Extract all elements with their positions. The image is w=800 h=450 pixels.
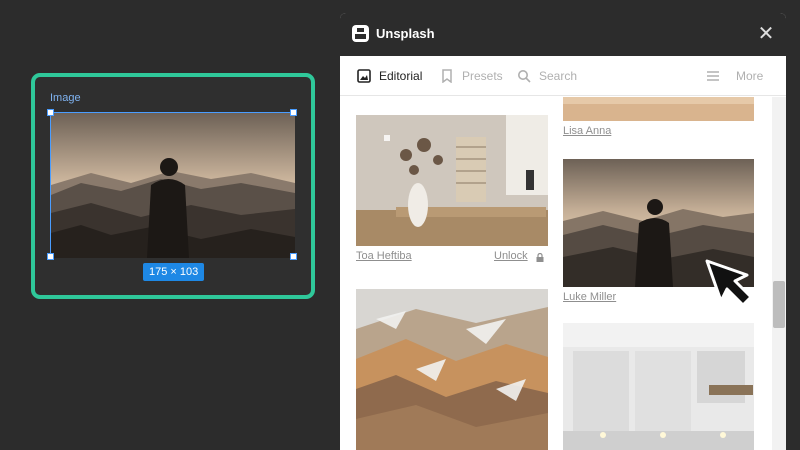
resize-handle-bottom-right[interactable] — [290, 253, 297, 260]
unsplash-panel: Unsplash ✕ Editorial Presets Search More… — [340, 13, 786, 450]
size-badge: 175 × 103 — [143, 263, 205, 281]
lock-icon — [536, 253, 544, 262]
panel-header: Unsplash ✕ — [340, 13, 786, 56]
tab-bar: Editorial Presets Search More — [340, 56, 786, 96]
bookmark-icon — [442, 69, 452, 83]
resize-handle-bottom-left[interactable] — [47, 253, 54, 260]
scrollbar-thumb[interactable] — [773, 281, 785, 328]
image-icon — [357, 69, 371, 83]
photo-credit[interactable]: Lisa Anna — [563, 125, 611, 137]
photo-card[interactable] — [563, 323, 754, 450]
tab-editorial[interactable]: Editorial — [357, 56, 422, 96]
tab-search[interactable]: Search — [517, 56, 577, 96]
photo-card[interactable] — [356, 289, 548, 450]
photo-credit[interactable]: Luke Miller — [563, 291, 616, 303]
panel-title: Unsplash — [376, 26, 435, 41]
image-layer[interactable] — [47, 109, 297, 260]
tab-label: Presets — [462, 69, 503, 83]
frame-label[interactable]: Image — [50, 92, 81, 104]
photo-card[interactable] — [563, 97, 754, 121]
cursor-arrow-icon — [705, 259, 753, 307]
tab-presets[interactable]: Presets — [440, 56, 503, 96]
tab-label: More — [736, 69, 764, 83]
tab-label: Editorial — [379, 69, 423, 83]
resize-handle-top-right[interactable] — [290, 109, 297, 116]
search-icon — [518, 70, 531, 83]
tab-more[interactable]: More — [706, 56, 763, 96]
photo-card[interactable] — [356, 115, 548, 246]
unsplash-icon — [352, 25, 369, 42]
scrollbar-track[interactable] — [772, 97, 786, 450]
canvas-photo — [51, 113, 295, 258]
close-icon[interactable]: ✕ — [755, 23, 777, 45]
menu-icon — [707, 71, 719, 81]
unlock-link[interactable]: Unlock — [494, 250, 528, 262]
resize-handle-top-left[interactable] — [47, 109, 54, 116]
photo-thumbnail — [563, 323, 754, 450]
photo-thumbnail — [356, 289, 548, 450]
photo-credit[interactable]: Toa Heftiba — [356, 250, 412, 262]
photo-thumbnail — [563, 97, 754, 121]
photo-thumbnail — [356, 115, 548, 246]
tab-label: Search — [539, 69, 578, 83]
